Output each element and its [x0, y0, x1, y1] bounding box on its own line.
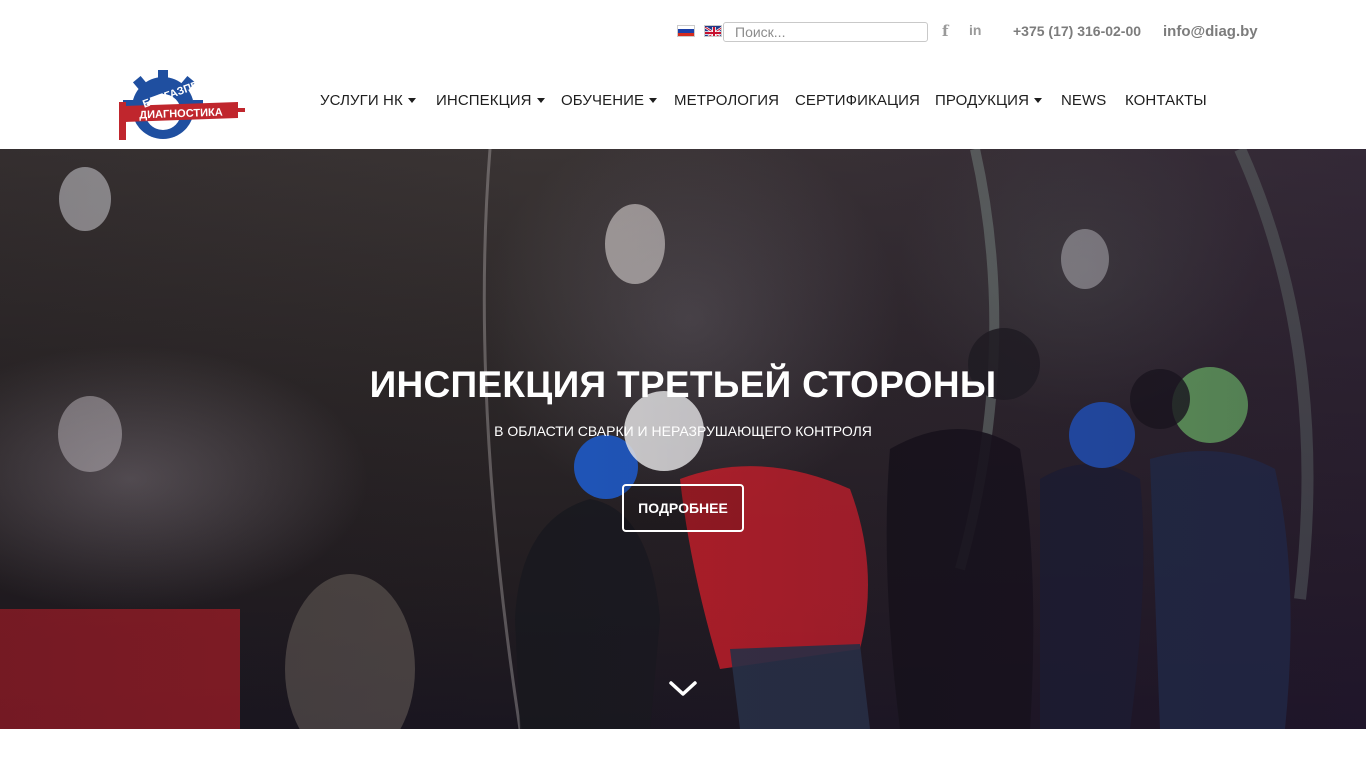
nav-item-label: ОБУЧЕНИЕ [561, 91, 645, 109]
nav-item-news[interactable]: NEWS [1061, 89, 1106, 111]
nav-item-label: NEWS [1061, 91, 1107, 109]
caret-down-icon [649, 97, 658, 103]
nav-item-label: ИНСПЕКЦИЯ [436, 91, 532, 109]
nav-item-certification[interactable]: СЕРТИФИКАЦИЯ [795, 89, 920, 111]
hero-subtitle: В ОБЛАСТИ СВАРКИ И НЕРАЗРУШАЮЩЕГО КОНТРО… [494, 423, 872, 439]
uk-flag-icon[interactable] [704, 25, 722, 37]
caret-down-icon [1034, 97, 1042, 103]
nav-item-label: УСЛУГИ НК [320, 91, 403, 109]
nav-item-contacts[interactable]: КОНТАКТЫ [1125, 89, 1207, 111]
nav-item-label: МЕТРОЛОГИЯ [674, 91, 780, 109]
russian-flag-icon[interactable] [677, 25, 695, 37]
nav-item-training[interactable]: ОБУЧЕНИЕ [561, 89, 658, 111]
nav-item-inspection[interactable]: ИНСПЕКЦИЯ [436, 89, 545, 111]
nav-item-products[interactable]: ПРОДУКЦИЯ [935, 89, 1042, 111]
caret-down-icon [536, 97, 545, 103]
hero-title: ИНСПЕКЦИЯ ТРЕТЬЕЙ СТОРОНЫ [369, 364, 997, 405]
linkedin-icon[interactable]: in [969, 22, 981, 38]
caret-down-icon [407, 97, 416, 103]
nav-item-label: ПРОДУКЦИЯ [935, 91, 1029, 109]
phone-number[interactable]: +375 (17) 316-02-00 [1013, 23, 1141, 39]
more-details-button[interactable]: ПОДРОБНЕЕ [622, 484, 744, 532]
facebook-icon[interactable]: f [942, 22, 948, 40]
search-input[interactable] [723, 22, 928, 42]
hero-slider: ИНСПЕКЦИЯ ТРЕТЬЕЙ СТОРОНЫ В ОБЛАСТИ СВАР… [0, 149, 1366, 729]
nav-item-ndt-services[interactable]: УСЛУГИ НК [320, 89, 416, 111]
email-link[interactable]: info@diag.by [1163, 23, 1258, 40]
nav-item-label: КОНТАКТЫ [1125, 91, 1207, 109]
main-navigation: УСЛУГИ НК ИНСПЕКЦИЯ ОБУЧЕНИЕ МЕТРОЛОГИЯ … [0, 89, 1366, 111]
chevron-down-icon[interactable] [668, 679, 698, 699]
top-bar: f in +375 (17) 316-02-00 info@diag.by [0, 0, 1366, 62]
nav-item-metrology[interactable]: МЕТРОЛОГИЯ [674, 89, 779, 111]
nav-item-label: СЕРТИФИКАЦИЯ [795, 91, 920, 109]
